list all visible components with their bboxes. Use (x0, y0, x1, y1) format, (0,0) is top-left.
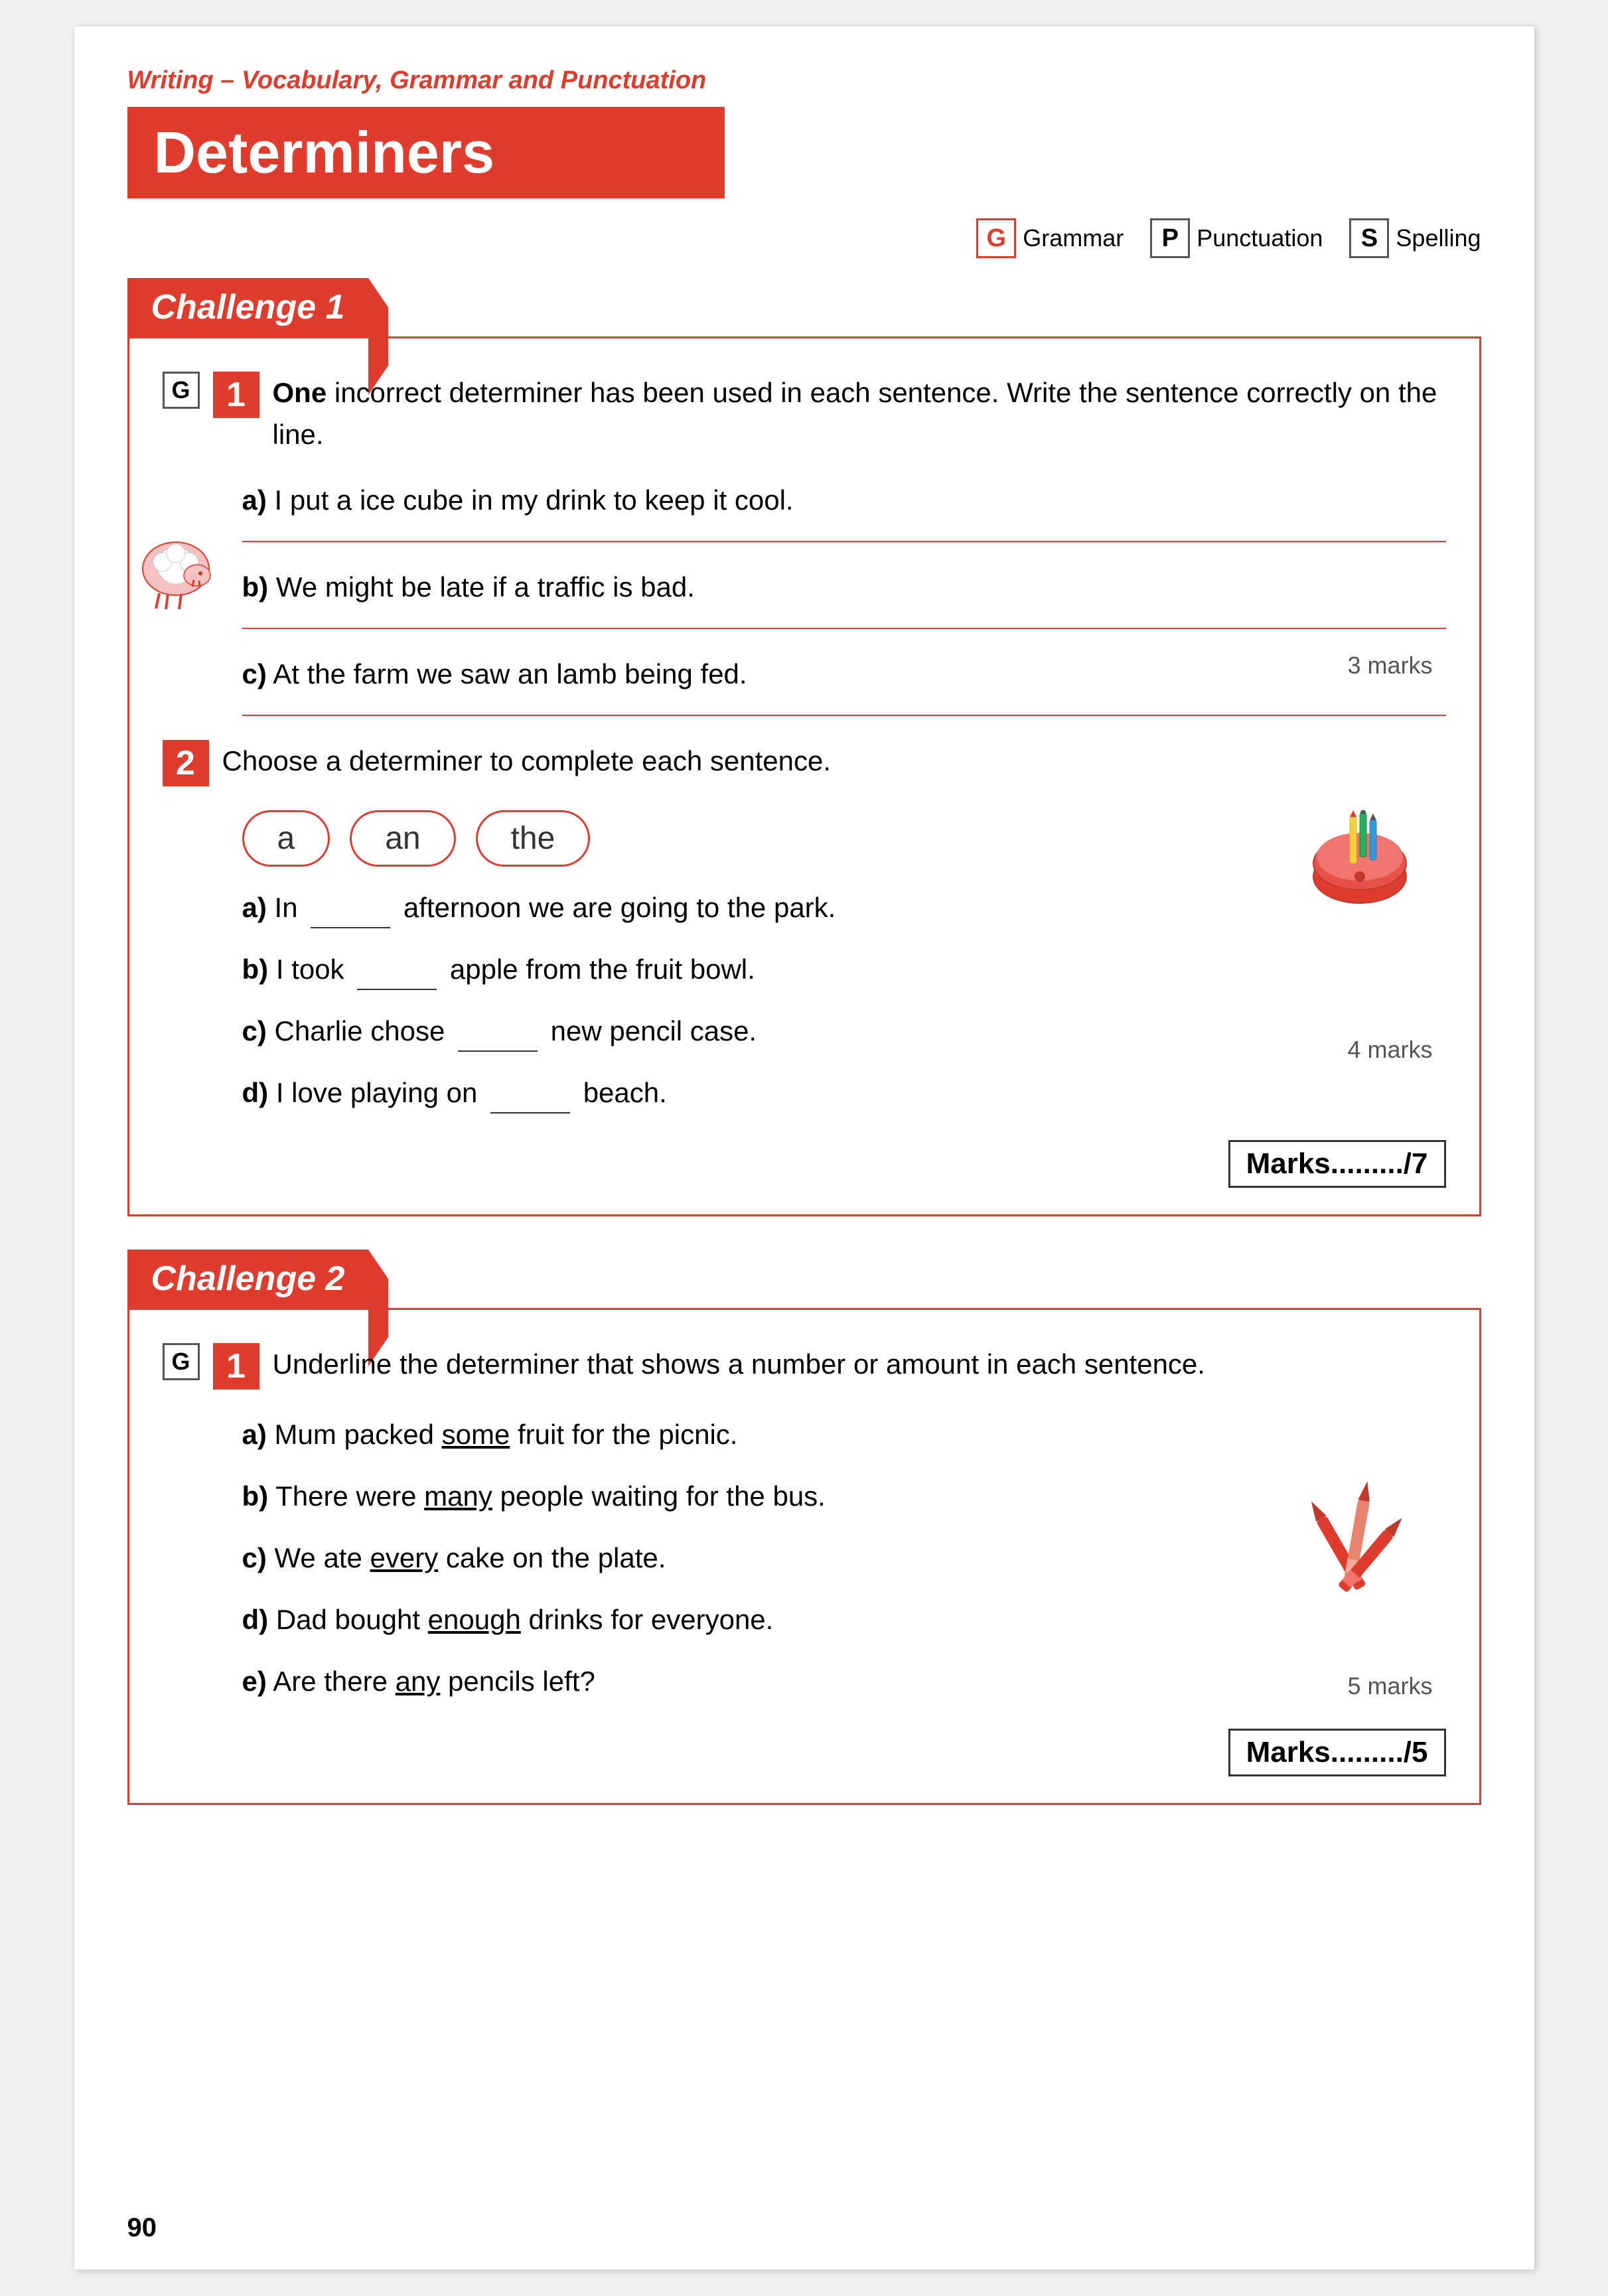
spelling-badge: S Spelling (1349, 218, 1481, 258)
underline-d: enough (428, 1604, 521, 1635)
q2-item-c: c) Charlie chose new pencil case. (242, 1010, 1446, 1052)
q1-answer-line-c (242, 715, 1446, 716)
crayons-illustration (1280, 1480, 1426, 1616)
grammar-icon: G (976, 218, 1016, 258)
blank-a[interactable] (311, 927, 390, 928)
challenge2-total: Marks........./5 (1228, 1729, 1446, 1776)
bubble-the: the (476, 810, 591, 867)
q1-marks: 3 marks (1347, 652, 1432, 680)
clearfix1: Marks........./7 (163, 1133, 1446, 1188)
punctuation-badge: P Punctuation (1150, 218, 1323, 258)
c2-q1-item-c: c) We ate every cake on the plate. (242, 1537, 1446, 1579)
q1-rest: incorrect determiner has been used in ea… (273, 377, 1437, 450)
c2-q1-items-section: a) Mum packed some fruit for the picnic.… (163, 1413, 1446, 1702)
q1-answer-line-b (242, 628, 1446, 629)
icon-row: G Grammar P Punctuation S Spelling (127, 218, 1481, 258)
challenge2-header: Challenge 2 (127, 1250, 369, 1308)
underline-c: every (370, 1542, 439, 1573)
underline-e: any (396, 1666, 441, 1697)
q2-instruction: Choose a determiner to complete each sen… (222, 740, 832, 782)
q1-item-b: b) We might be late if a traffic is bad. (242, 566, 1446, 608)
punctuation-label: Punctuation (1197, 224, 1323, 252)
c2-q1-marks: 5 marks (1347, 1672, 1432, 1700)
c2-q1-item-b: b) There were many people waiting for th… (242, 1475, 1446, 1517)
spelling-icon: S (1349, 218, 1389, 258)
challenge2-header-wrap: Challenge 2 (127, 1250, 1481, 1308)
q2-item-d: d) I love playing on beach. (242, 1072, 1446, 1113)
challenge1-header: Challenge 1 (127, 278, 369, 336)
q1-sub-items: a) I put a ice cube in my drink to keep … (242, 479, 1446, 716)
c2-q1-item-e: e) Are there any pencils left? (242, 1660, 1446, 1702)
word-bubbles: a an the (242, 810, 1446, 867)
c2-q1-num-badge: 1 (213, 1343, 259, 1390)
q2-sub-items: a) In afternoon we are going to the park… (242, 887, 1446, 1113)
challenge1-section: G 1 One incorrect determiner has been us… (127, 336, 1481, 1216)
sheep-illustration (123, 532, 229, 615)
c2-q1-instruction: Underline the determiner that shows a nu… (273, 1343, 1205, 1385)
blank-c[interactable] (458, 1050, 538, 1052)
q1-num-badge: 1 (213, 372, 259, 418)
page-title: Determiners (127, 107, 725, 198)
challenge1-q1-row: G 1 One incorrect determiner has been us… (163, 372, 1446, 455)
bubble-a: a (242, 810, 330, 867)
q2-num-badge: 2 (163, 740, 209, 786)
q2-item-b: b) I took apple from the fruit bowl. (242, 948, 1446, 990)
q1-item-a: a) I put a ice cube in my drink to keep … (242, 479, 1446, 521)
q2-marks: 4 marks (1347, 1036, 1432, 1064)
challenge1-header-wrap: Challenge 1 (127, 278, 1481, 336)
c2-q1-item-d: d) Dad bought enough drinks for everyone… (242, 1599, 1446, 1640)
subtitle: Writing – Vocabulary, Grammar and Punctu… (127, 66, 1481, 95)
pencilcase-illustration (1293, 810, 1426, 920)
blank-b[interactable] (357, 989, 437, 990)
page: Writing – Vocabulary, Grammar and Punctu… (74, 27, 1534, 2269)
underline-b: many (424, 1480, 492, 1512)
q1-instruction: One incorrect determiner has been used i… (273, 372, 1446, 455)
challenge1-total: Marks........./7 (1228, 1140, 1446, 1188)
q1-g-badge: G (163, 372, 200, 409)
c2-q1-g-badge: G (163, 1343, 200, 1380)
clearfix2: Marks........./5 (163, 1722, 1446, 1776)
challenge1-q2-row: 2 Choose a determiner to complete each s… (163, 740, 1446, 786)
page-number: 90 (127, 2213, 157, 2243)
blank-d[interactable] (490, 1112, 570, 1113)
c2-q1-sub-items: a) Mum packed some fruit for the picnic.… (242, 1413, 1446, 1702)
q1-answer-line-a (242, 541, 1446, 542)
q2-item-a: a) In afternoon we are going to the park… (242, 887, 1446, 928)
q1-bold: One (273, 377, 327, 408)
spelling-label: Spelling (1396, 224, 1481, 252)
grammar-badge: G Grammar (976, 218, 1124, 258)
q1-items-section: a) I put a ice cube in my drink to keep … (163, 479, 1446, 716)
bubble-an: an (350, 810, 455, 867)
underline-a: some (442, 1419, 510, 1450)
challenge2-q1-row: G 1 Underline the determiner that shows … (163, 1343, 1446, 1390)
q1-item-c: c) At the farm we saw an lamb being fed. (242, 653, 1446, 695)
punctuation-icon: P (1150, 218, 1190, 258)
q2-items-section: a an the (163, 810, 1446, 1113)
c2-q1-item-a: a) Mum packed some fruit for the picnic. (242, 1413, 1446, 1455)
challenge2-section: G 1 Underline the determiner that shows … (127, 1308, 1481, 1805)
grammar-label: Grammar (1023, 224, 1124, 252)
